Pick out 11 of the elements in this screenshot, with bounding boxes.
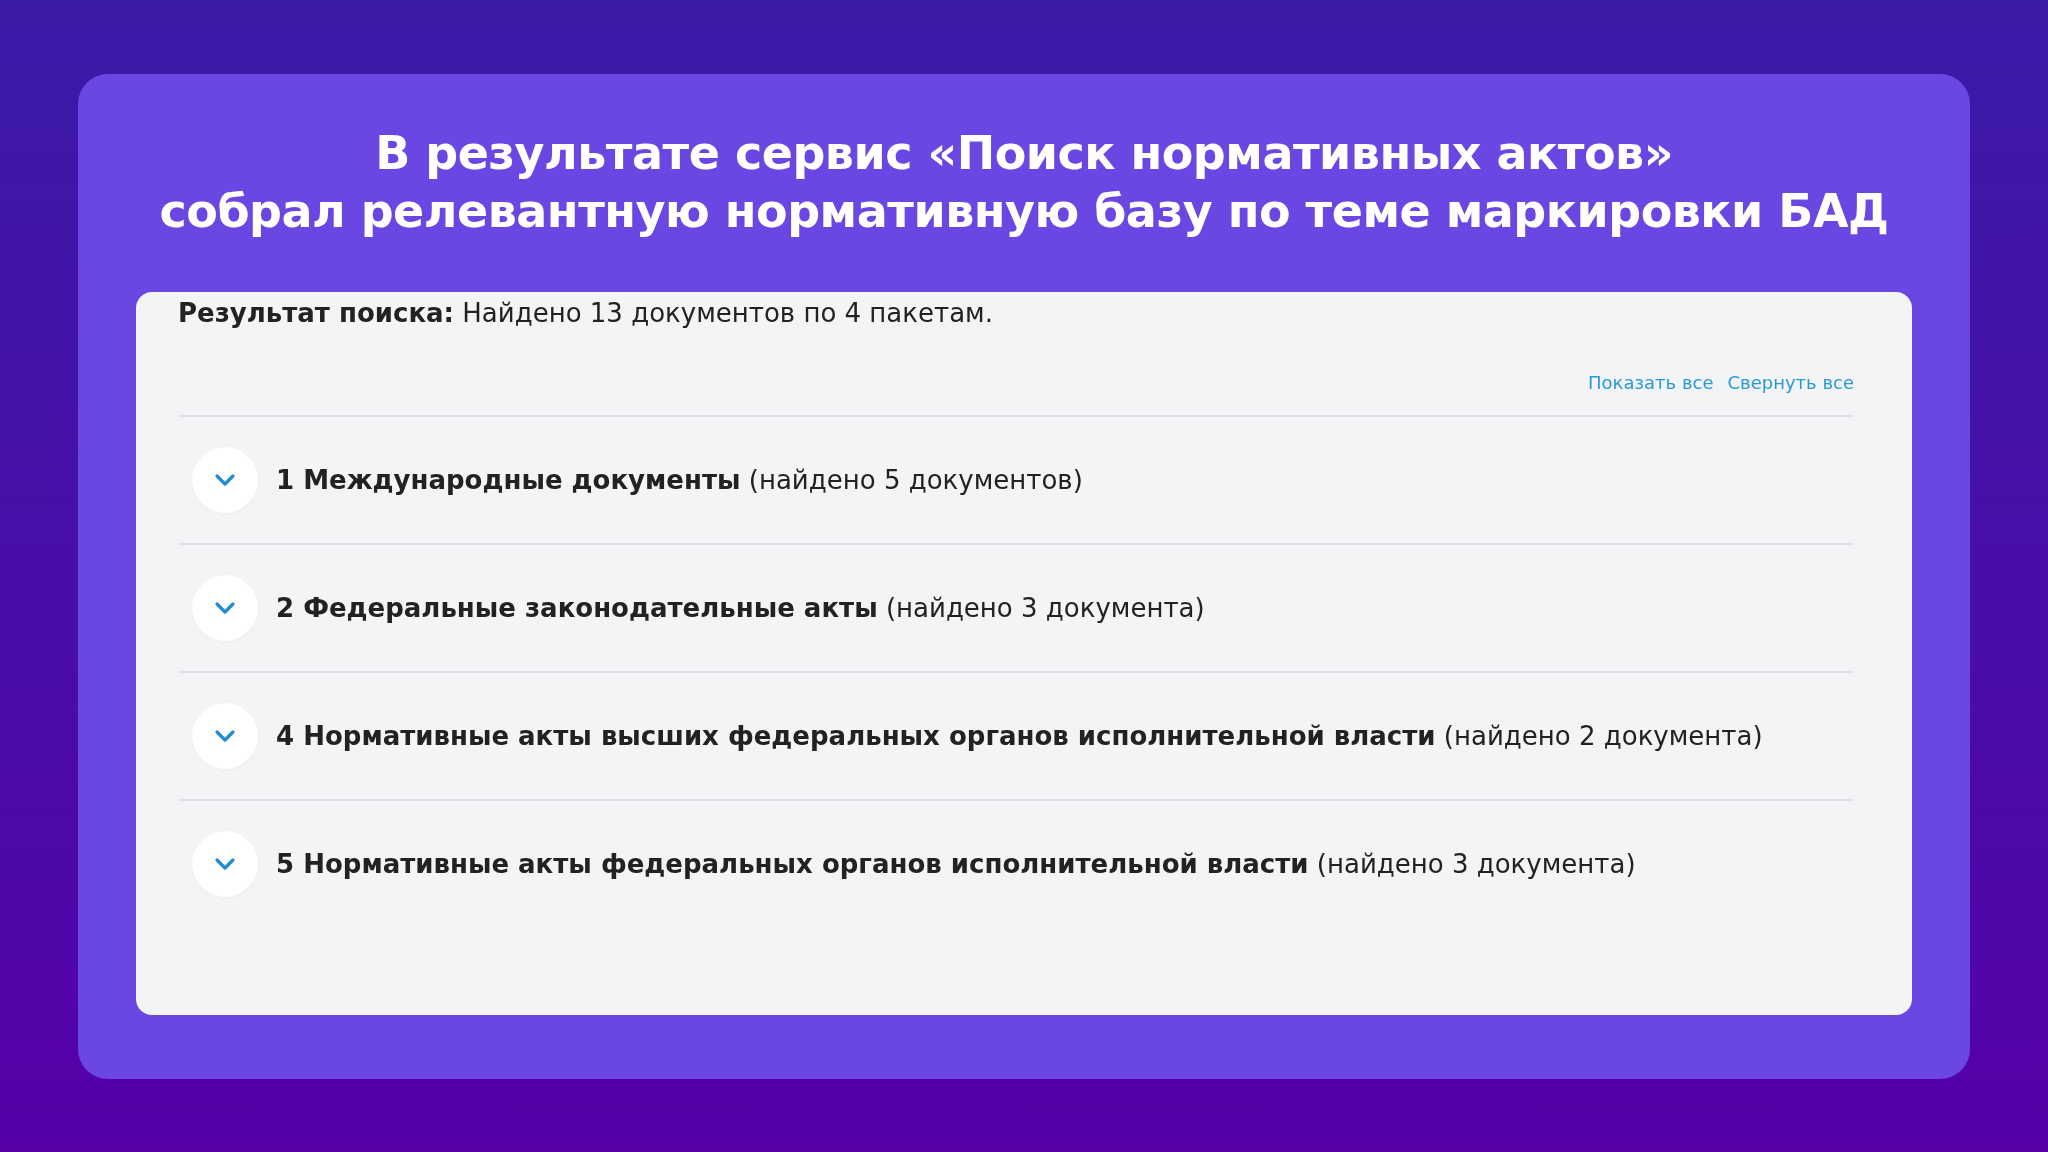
group-title[interactable]: 2 Федеральные законодательные акты (найдено 3 документа) — [276, 593, 1205, 623]
chevron-down-icon — [214, 601, 236, 615]
chevron-down-icon — [214, 729, 236, 743]
chevron-down-icon — [214, 857, 236, 871]
slide-title: В результате сервис «Поиск нормативных актов» — [375, 125, 1673, 182]
slide-title: собрал релевантную нормативную базу по теме маркировки БАД — [159, 183, 1889, 240]
chevron-down-icon — [214, 473, 236, 487]
group-title[interactable]: 4 Нормативные акты высших федеральных органов исполнительной власти (найдено 2 документа) — [276, 721, 1763, 751]
search-result-text: Результат поиска: Найдено 13 документов по 4 пакетам. — [178, 297, 994, 328]
group-title[interactable]: 5 Нормативные акты федеральных органов исполнительной власти (найдено 3 документа) — [276, 849, 1636, 879]
group-title[interactable]: 1 Международные документы (найдено 5 документов) — [276, 465, 1083, 495]
